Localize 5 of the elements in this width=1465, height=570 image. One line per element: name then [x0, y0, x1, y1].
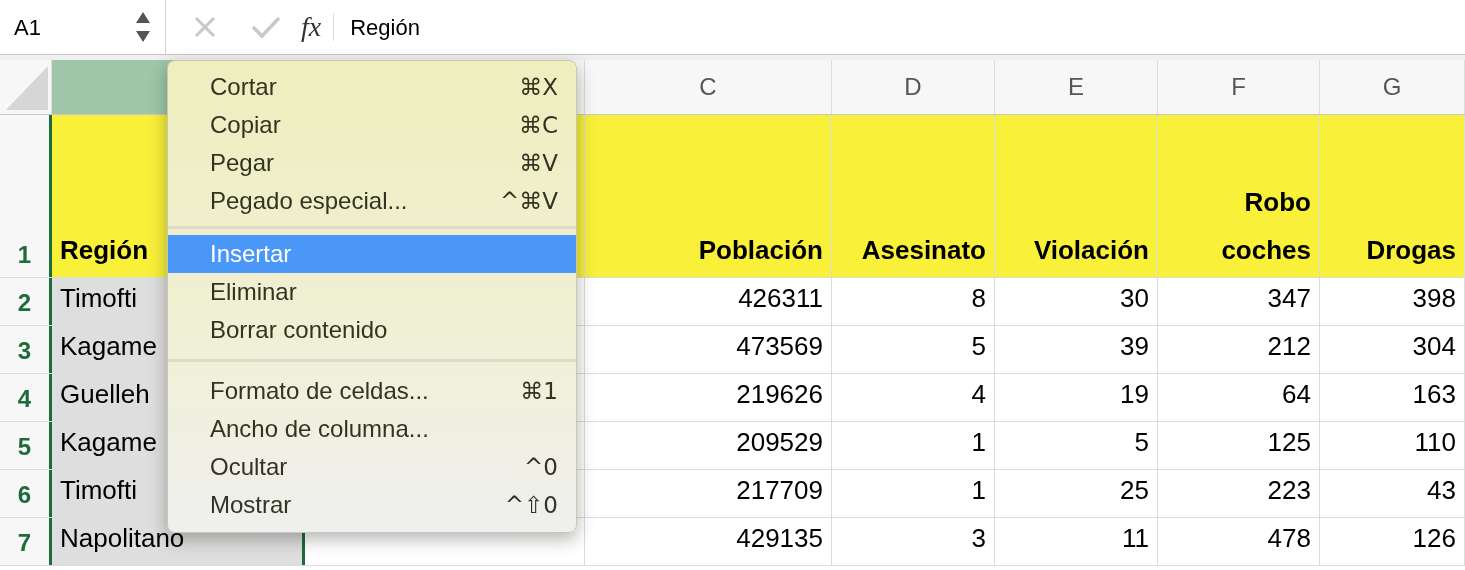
header-cell: Drogas — [1320, 115, 1465, 277]
header-cell: Robo coches — [1158, 115, 1320, 277]
header-cell: Violación — [995, 115, 1158, 277]
header-cell: Población — [585, 115, 832, 277]
header-cell: Asesinato — [832, 115, 995, 277]
